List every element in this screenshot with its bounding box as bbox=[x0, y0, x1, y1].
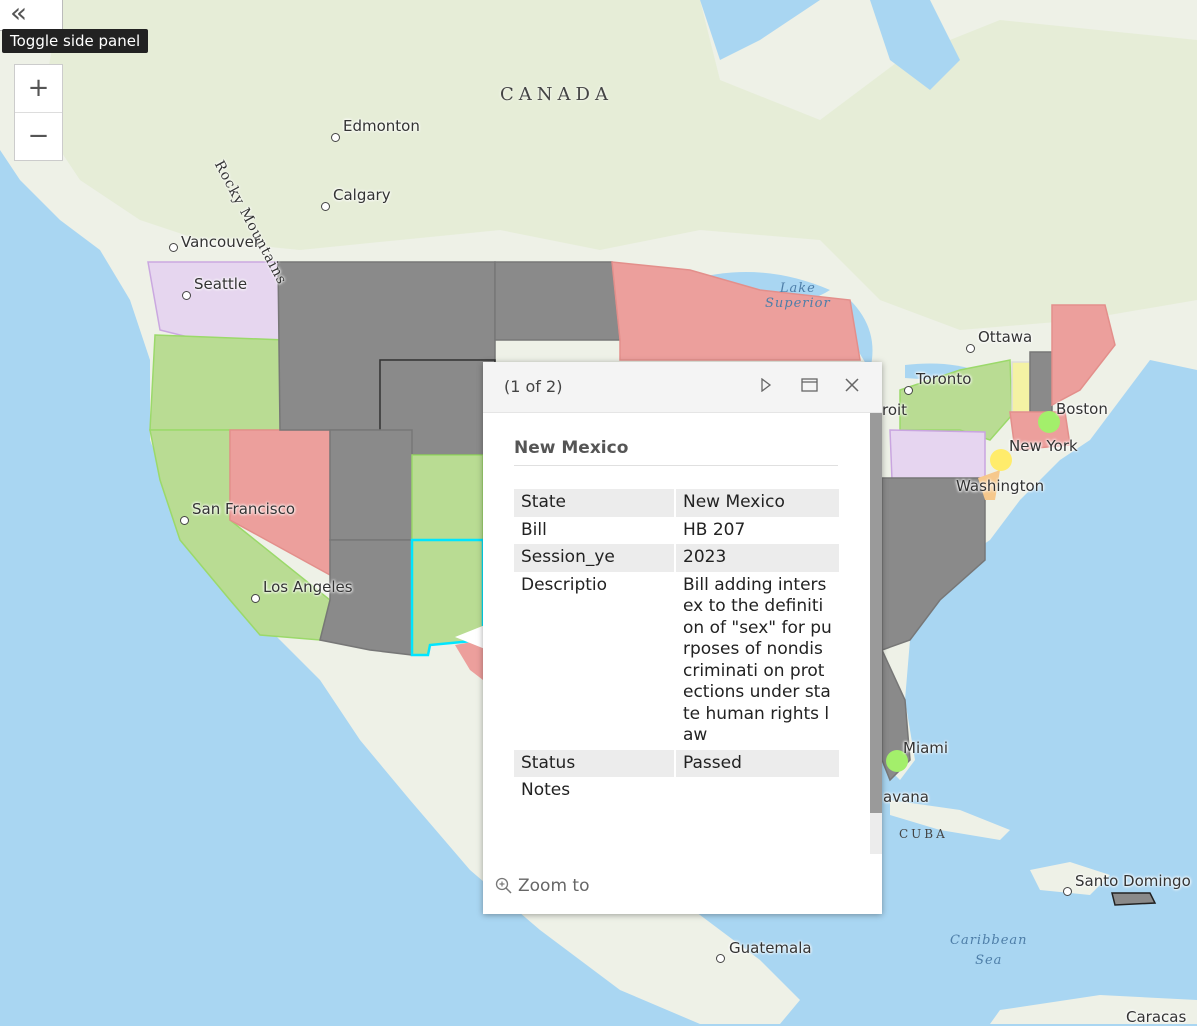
feature-popup: (1 of 2) New Mexico State New Mexico Bil… bbox=[483, 362, 882, 914]
city-label-toronto: Toronto bbox=[916, 370, 972, 388]
city-label-ottawa: Ottawa bbox=[978, 328, 1033, 346]
city-label-new-york: New York bbox=[1009, 437, 1078, 455]
state-utah bbox=[329, 429, 413, 541]
city-dot-toronto bbox=[904, 386, 913, 395]
city-dot-calgary bbox=[321, 202, 330, 211]
popup-pointer bbox=[455, 625, 485, 649]
city-dot-guatemala bbox=[716, 954, 725, 963]
city-label-los-angeles: Los Angeles bbox=[263, 578, 353, 596]
table-row: Session_ye 2023 bbox=[514, 544, 839, 572]
attr-value-bill: HB 207 bbox=[683, 519, 746, 540]
state-oregon bbox=[149, 334, 286, 431]
toggle-side-panel-button[interactable]: « bbox=[0, 0, 63, 31]
label-cuba: CUBA bbox=[899, 827, 948, 841]
label-caribbean-sea: Caribbean Sea bbox=[950, 933, 1028, 968]
table-row: Descriptio Bill adding intersex to the d… bbox=[514, 571, 839, 750]
dock-icon bbox=[800, 378, 818, 392]
popup-feature-count: (1 of 2) bbox=[504, 377, 563, 396]
state-new-hampshire bbox=[1029, 351, 1053, 413]
chevron-double-left-icon: « bbox=[10, 0, 28, 29]
popup-scrollbar-thumb[interactable] bbox=[870, 413, 882, 813]
state-vermont bbox=[1011, 361, 1031, 413]
state-pennsylvania bbox=[889, 429, 986, 481]
attr-value-state: New Mexico bbox=[675, 489, 839, 517]
city-label-edmonton: Edmonton bbox=[343, 117, 420, 135]
state-north-dakota bbox=[494, 261, 621, 341]
city-dot-edmonton bbox=[331, 133, 340, 142]
zoom-out-button[interactable]: − bbox=[15, 112, 62, 160]
city-dot-seattle bbox=[182, 291, 191, 300]
city-label-miami: Miami bbox=[903, 739, 949, 757]
city-label-detroit: roit bbox=[882, 401, 908, 419]
zoom-controls: + − bbox=[14, 64, 63, 161]
city-label-boston: Boston bbox=[1056, 400, 1108, 418]
attr-key-description: Descriptio bbox=[514, 571, 676, 750]
state-colorado bbox=[411, 454, 484, 541]
dock-popup-button[interactable] bbox=[794, 372, 824, 402]
attr-key-state: State bbox=[514, 489, 676, 517]
attribute-table: State New Mexico Bill HB 207 Session_ye … bbox=[514, 489, 839, 805]
attr-value-description: Bill adding intersex to the definition o… bbox=[683, 574, 832, 746]
city-label-san-francisco: San Francisco bbox=[192, 500, 296, 518]
zoom-to-button[interactable]: Zoom to bbox=[495, 876, 589, 896]
attr-key-notes: Notes bbox=[514, 777, 676, 805]
city-dot-ottawa bbox=[966, 344, 975, 353]
table-row: Notes bbox=[514, 777, 839, 805]
attr-value-notes bbox=[675, 777, 839, 805]
city-label-calgary: Calgary bbox=[333, 186, 391, 204]
city-label-havana: avana bbox=[883, 788, 929, 806]
city-dot-vancouver bbox=[169, 243, 178, 252]
play-icon bbox=[761, 377, 772, 393]
city-label-caracas: Caracas bbox=[1126, 1008, 1187, 1026]
attr-value-status: Passed bbox=[675, 749, 839, 777]
attr-key-status: Status bbox=[514, 749, 676, 777]
attr-key-session-year: Session_ye bbox=[514, 544, 676, 572]
state-puerto-rico bbox=[1111, 892, 1157, 906]
popup-header: (1 of 2) bbox=[483, 362, 882, 413]
attr-value-session-year: 2023 bbox=[675, 544, 839, 572]
close-popup-button[interactable] bbox=[837, 372, 867, 402]
state-arizona bbox=[319, 539, 413, 656]
city-label-vancouver: Vancouver bbox=[181, 233, 260, 251]
table-row: Bill HB 207 bbox=[514, 516, 839, 544]
popup-title: New Mexico bbox=[514, 438, 838, 466]
label-lake-superior: Lake Superior bbox=[765, 281, 831, 311]
city-label-washington: Washington bbox=[956, 477, 1045, 495]
popup-footer: Zoom to bbox=[483, 864, 882, 914]
table-row: Status Passed bbox=[514, 749, 839, 777]
city-label-santo-domingo: Santo Domingo bbox=[1075, 872, 1191, 890]
city-label-seattle: Seattle bbox=[194, 275, 248, 293]
zoom-to-label: Zoom to bbox=[518, 876, 590, 896]
zoom-in-icon bbox=[495, 877, 512, 894]
city-label-guatemala: Guatemala bbox=[729, 939, 812, 957]
attr-key-bill: Bill bbox=[514, 516, 676, 544]
state-washington bbox=[147, 261, 281, 341]
next-feature-button[interactable] bbox=[751, 372, 781, 402]
toggle-side-panel-tooltip: Toggle side panel bbox=[2, 29, 149, 53]
city-dot-san-francisco bbox=[180, 516, 189, 525]
zoom-in-button[interactable]: + bbox=[15, 65, 62, 112]
label-canada: CANADA bbox=[500, 84, 613, 105]
table-row: State New Mexico bbox=[514, 489, 839, 517]
close-icon bbox=[845, 378, 859, 392]
city-dot-los-angeles bbox=[251, 594, 260, 603]
popup-body[interactable]: New Mexico State New Mexico Bill HB 207 … bbox=[483, 413, 870, 864]
city-dot-santo-domingo bbox=[1063, 887, 1072, 896]
